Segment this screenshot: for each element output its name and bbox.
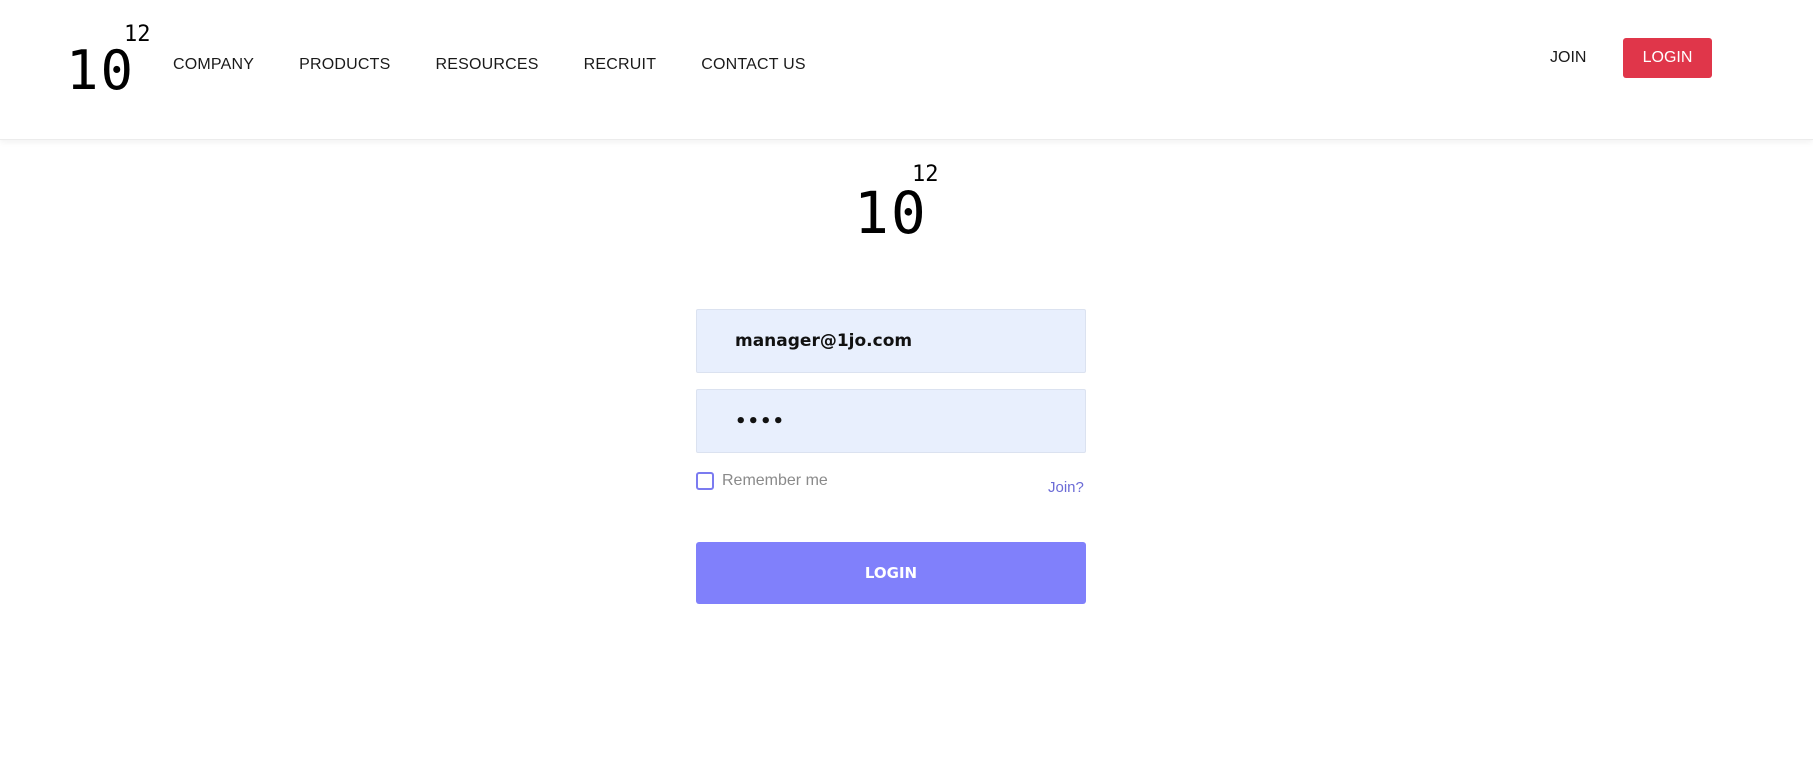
password-field[interactable] (696, 389, 1086, 453)
email-field[interactable] (696, 309, 1086, 373)
nav-item-recruit[interactable]: RECRUIT (584, 56, 657, 74)
login-submit-button[interactable]: LOGIN (696, 542, 1086, 604)
logo-exponent-text: 12 (124, 22, 151, 47)
login-logo-base-text: 10 (854, 179, 928, 247)
logo-base-text: 10 (66, 39, 136, 102)
header-login-button[interactable]: LOGIN (1623, 38, 1712, 78)
remember-me-label: Remember me (722, 472, 828, 489)
nav-item-company[interactable]: COMPANY (173, 56, 254, 74)
remember-me-checkbox[interactable] (696, 472, 714, 490)
login-logo-exponent-text: 12 (912, 162, 939, 187)
remember-me-control[interactable]: Remember me (696, 472, 828, 490)
top-header: 10 12 COMPANY PRODUCTS RESOURCES RECRUIT… (0, 0, 1813, 140)
nav-item-resources[interactable]: RESOURCES (436, 56, 539, 74)
nav-item-products[interactable]: PRODUCTS (299, 56, 390, 74)
header-logo[interactable]: 10 12 (66, 22, 156, 98)
join-link[interactable]: Join? (1048, 479, 1084, 496)
login-logo: 10 12 (854, 162, 944, 243)
header-join-link[interactable]: JOIN (1550, 49, 1586, 67)
nav-item-contact-us[interactable]: CONTACT US (701, 56, 806, 74)
main-nav: COMPANY PRODUCTS RESOURCES RECRUIT CONTA… (173, 56, 851, 74)
